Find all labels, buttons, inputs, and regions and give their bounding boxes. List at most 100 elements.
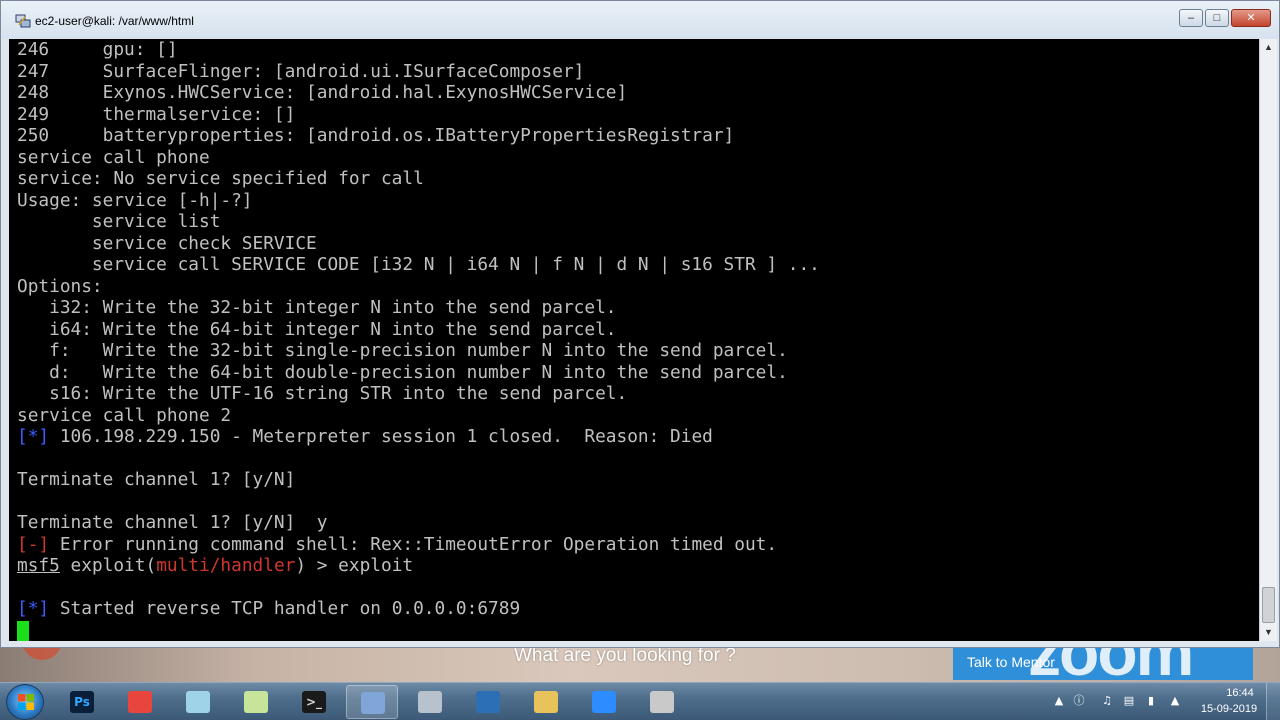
taskbar-item-monitor[interactable] xyxy=(404,685,456,719)
terminal-text: service call phone 2 xyxy=(17,404,232,426)
putty-window: ec2-user@kali: /var/www/html – □ ✕ 246 g… xyxy=(0,0,1280,648)
notepad-icon xyxy=(186,691,210,713)
notepad-plus-icon xyxy=(244,691,268,713)
putty-icon[interactable] xyxy=(15,13,31,29)
title-bar[interactable]: ec2-user@kali: /var/www/html – □ ✕ xyxy=(1,1,1279,39)
putty-icon xyxy=(361,692,385,714)
taskbar-item-tools[interactable] xyxy=(636,685,688,719)
terminal-line: service list xyxy=(17,211,820,233)
clock-date[interactable]: 15-09-2019 xyxy=(1198,703,1260,715)
terminal-text: 246 gpu: [] xyxy=(17,39,178,60)
taskbar: Ps >_ ▲ ⓘ ♫ ▤ ▮ ▲ 16:44 15-09-2019 xyxy=(0,682,1280,720)
terminal-text: 249 thermalservice: [] xyxy=(17,103,296,125)
terminal-text: 248 Exynos.HWCService: [android.hal.Exyn… xyxy=(17,82,628,103)
terminal-text: Started reverse TCP handler on 0.0.0.0:6… xyxy=(49,598,521,619)
terminal-line: service call phone 2 xyxy=(17,405,820,427)
terminal-text: Error running command shell: Rex::Timeou… xyxy=(49,533,778,555)
taskbar-item-putty[interactable] xyxy=(346,685,398,719)
terminal-line: f: Write the 32-bit single-precision num… xyxy=(17,340,820,362)
terminal-text: Terminate channel 1? [y/N] xyxy=(17,469,296,490)
maximize-button[interactable]: □ xyxy=(1205,9,1229,27)
monitor-icon xyxy=(418,691,442,713)
chrome-icon xyxy=(128,691,152,713)
terminal-line: [*] 106.198.229.150 - Meterpreter sessio… xyxy=(17,426,820,448)
terminal-line: service call SERVICE CODE [i32 N | i64 N… xyxy=(17,254,820,276)
terminal-icon: >_ xyxy=(302,691,326,713)
terminal-line: msf5 exploit(multi/handler) > exploit xyxy=(17,555,820,577)
terminal-line: service: No service specified for call xyxy=(17,168,820,190)
window-title: ec2-user@kali: /var/www/html xyxy=(35,14,194,28)
terminal-text: 250 batteryproperties: [android.os.IBatt… xyxy=(17,125,735,146)
terminal-text: [*] xyxy=(17,598,50,619)
close-button[interactable]: ✕ xyxy=(1231,9,1271,27)
terminal-text: service call phone xyxy=(17,146,210,168)
terminal-line: service check SERVICE xyxy=(17,233,820,255)
terminal-text: Options: xyxy=(17,275,103,297)
terminal-text: service call SERVICE CODE [i32 N | i64 N… xyxy=(17,254,820,275)
taskbar-item-outlook[interactable] xyxy=(462,685,514,719)
terminal-line: i64: Write the 64-bit integer N into the… xyxy=(17,319,820,341)
terminal-text: service: No service specified for call xyxy=(17,168,424,189)
terminal-text: [-] xyxy=(17,533,50,555)
windows-logo-icon xyxy=(18,694,34,710)
terminal-text: ) > exploit xyxy=(295,555,414,576)
prompt-line xyxy=(17,620,820,642)
terminal-text: msf5 xyxy=(17,555,60,576)
outlook-icon xyxy=(476,691,500,713)
battery-icon[interactable]: ▮ xyxy=(1144,694,1158,708)
system-tray: ▲ ⓘ ♫ ▤ ▮ ▲ xyxy=(1028,683,1208,720)
taskbar-item-terminal[interactable]: >_ xyxy=(288,685,340,719)
start-button[interactable] xyxy=(6,684,44,720)
terminal-line: i32: Write the 32-bit integer N into the… xyxy=(17,297,820,319)
terminal-text: service check SERVICE xyxy=(17,232,317,254)
taskbar-item-file-explorer[interactable] xyxy=(520,685,572,719)
photoshop-icon: Ps xyxy=(70,691,94,713)
terminal-line: 250 batteryproperties: [android.os.IBatt… xyxy=(17,125,820,147)
minimize-button[interactable]: – xyxy=(1179,9,1203,27)
scroll-down-arrow-icon[interactable]: ▼ xyxy=(1260,624,1277,641)
terminal-text: exploit( xyxy=(59,555,157,576)
terminal-text: i64: Write the 64-bit integer N into the… xyxy=(17,318,617,340)
clock-time[interactable]: 16:44 xyxy=(1210,687,1270,699)
terminal-text: service list xyxy=(17,211,221,232)
taskbar-item-photoshop[interactable]: Ps xyxy=(56,685,108,719)
tools-icon xyxy=(650,691,674,713)
terminal-output[interactable]: 246 gpu: [] 247 SurfaceFlinger: [android.… xyxy=(9,39,1259,641)
vertical-scrollbar[interactable]: ▲ ▼ xyxy=(1259,39,1277,641)
signal-icon[interactable]: ▲ xyxy=(1168,694,1182,708)
terminal-line: 249 thermalservice: [] xyxy=(17,104,820,126)
terminal-text: f: Write the 32-bit single-precision num… xyxy=(17,340,788,361)
tray-expand-icon[interactable]: ▲ xyxy=(1052,694,1066,708)
terminal-line: s16: Write the UTF-16 string STR into th… xyxy=(17,383,820,405)
terminal-text: Usage: service [-h|-?] xyxy=(17,189,253,211)
volume-icon[interactable]: ♫ xyxy=(1100,694,1114,708)
network-icon[interactable]: ▤ xyxy=(1122,694,1136,708)
taskbar-item-notepad[interactable] xyxy=(172,685,224,719)
terminal-text: d: Write the 64-bit double-precision num… xyxy=(17,361,788,383)
terminal-line: d: Write the 64-bit double-precision num… xyxy=(17,362,820,384)
terminal-line: service call phone xyxy=(17,147,820,169)
scroll-thumb[interactable] xyxy=(1262,587,1275,623)
show-desktop-button[interactable] xyxy=(1266,683,1280,720)
terminal-line: 247 SurfaceFlinger: [android.ui.ISurface… xyxy=(17,61,820,83)
terminal-lines: 246 gpu: [] 247 SurfaceFlinger: [android.… xyxy=(17,39,820,641)
terminal-line: [*] Started reverse TCP handler on 0.0.0… xyxy=(17,598,820,620)
folder-icon xyxy=(534,691,558,713)
taskbar-item-chrome[interactable] xyxy=(114,685,166,719)
terminal-text: [*] xyxy=(17,426,50,447)
terminal-line: Terminate channel 1? [y/N] y xyxy=(17,512,820,534)
search-hint-text: What are you looking for ? xyxy=(514,645,736,666)
terminal-text: 106.198.229.150 - Meterpreter session 1 … xyxy=(49,426,713,447)
taskbar-item-zoom[interactable] xyxy=(578,685,630,719)
terminal-text: multi/handler xyxy=(156,555,296,576)
terminal-line: 246 gpu: [] xyxy=(17,39,820,61)
scroll-up-arrow-icon[interactable]: ▲ xyxy=(1260,39,1277,56)
terminal-text: i32: Write the 32-bit integer N into the… xyxy=(17,297,617,318)
terminal-line: Options: xyxy=(17,276,820,298)
tray-info-icon[interactable]: ⓘ xyxy=(1072,694,1086,708)
terminal-line: Usage: service [-h|-?] xyxy=(17,190,820,212)
taskbar-item-notepad-plus[interactable] xyxy=(230,685,282,719)
terminal-cursor xyxy=(17,620,29,641)
